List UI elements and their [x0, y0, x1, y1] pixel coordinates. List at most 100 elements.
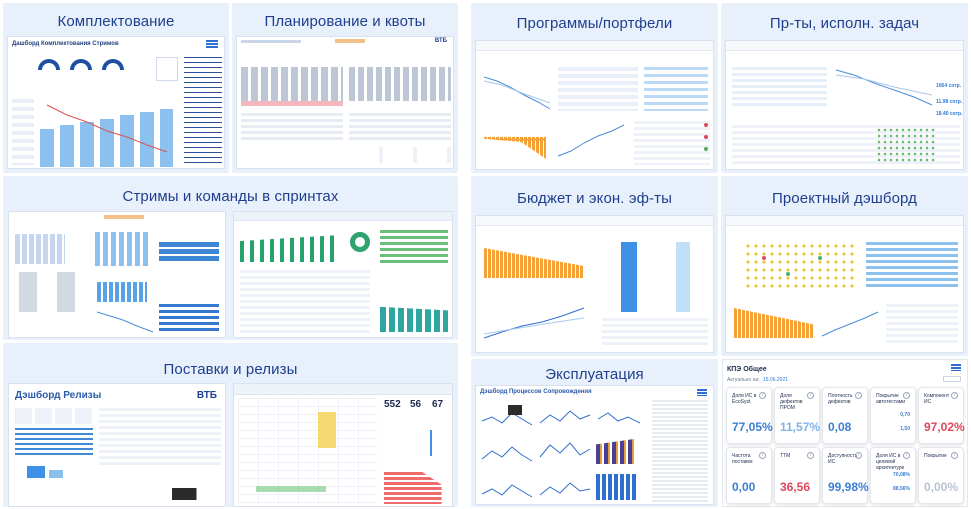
tile-title: Планирование и квоты: [264, 13, 426, 30]
line-chart: [483, 76, 551, 110]
tile-komplektovanie[interactable]: Комплектование Дашборд Комплектования Ст…: [3, 3, 229, 173]
tile-title: Эксплуатация: [545, 366, 644, 383]
kpi-card[interactable]: Плотность дефектов i 0,08: [822, 387, 868, 444]
kpi-mini-value: 70,08%: [893, 472, 910, 478]
date-value: 15.06.2021: [763, 377, 789, 383]
kpi-card[interactable]: TTM i 36,56: [774, 447, 820, 504]
orange-tag: [335, 39, 365, 43]
brand-stripes-icon: [206, 40, 218, 48]
yellow-block: [318, 412, 336, 448]
kpi-card[interactable]: Доля дефектов ПРОМ i 11,57%: [774, 387, 820, 444]
data-table: [652, 400, 708, 502]
dashboard-preview: [475, 40, 714, 170]
kpi-card[interactable]: Покрытие автотестами i 0,70 1,50: [870, 387, 916, 444]
brand-stripes-icon: [951, 364, 961, 371]
kpi-value: 77,05%: [732, 420, 773, 434]
gauge-icon: [70, 59, 92, 70]
blue-table: [159, 304, 219, 334]
tile-postavki[interactable]: Поставки и релизы Дэшборд Релизы ВТБ 552…: [3, 343, 458, 507]
info-icon[interactable]: i: [903, 452, 910, 459]
kpi-label: Доля ИС в EcoSyst: [732, 393, 757, 405]
toolbar: [476, 41, 713, 51]
header-bar: [241, 40, 301, 43]
blue-bar: [27, 466, 45, 478]
big-number: 56: [410, 399, 422, 410]
kpi-label: Частота поставок: [732, 453, 753, 465]
dashboard-title: Дэшборд Релизы: [15, 390, 102, 401]
info-icon[interactable]: i: [855, 452, 862, 459]
info-icon[interactable]: i: [759, 392, 766, 399]
tile-planirovanie[interactable]: Планирование и квоты ВТБ: [232, 3, 458, 173]
header-bar: [234, 212, 452, 221]
orange-tag: [104, 215, 144, 219]
tile-title: Комплектование: [57, 13, 175, 30]
dashboard-preview: [475, 215, 714, 353]
value-1: 1064 сотр.: [936, 83, 962, 89]
date-label: Актуально на:: [727, 377, 760, 383]
info-icon[interactable]: i: [807, 452, 814, 459]
info-icon[interactable]: i: [951, 452, 958, 459]
summary-row: [349, 147, 451, 163]
tile-title: Программы/портфели: [516, 15, 673, 32]
dashboard-title: Дэшборд Процессов Сопровождения: [480, 389, 592, 395]
orange-bar-chart: [484, 136, 546, 159]
kpi-value: 0,08: [828, 420, 852, 434]
tile-byudzhet[interactable]: Бюджет и экон. эф-ты: [471, 176, 718, 356]
blue-bars: [159, 242, 219, 262]
value-2: 11.98 сотр.: [936, 99, 963, 105]
tile-programmy[interactable]: Программы/портфели: [471, 3, 718, 173]
kpi-value: 11,57%: [780, 420, 821, 434]
info-icon[interactable]: i: [807, 392, 814, 399]
gauge-icon: [102, 59, 124, 70]
tile-ekspluataciya[interactable]: Эксплуатация Дэшборд Процессов Сопровожд…: [471, 359, 718, 507]
data-table: [602, 318, 708, 348]
kpi-mini-value: 0,70: [900, 412, 910, 418]
kpi-card[interactable]: Компонент ИС i 97,02%: [918, 387, 965, 444]
orange-bar-chart: [484, 248, 584, 278]
tile-title: Стримы и команды в спринтах: [122, 188, 339, 205]
kpi-label: TTM: [780, 453, 791, 459]
info-icon[interactable]: i: [951, 392, 958, 399]
kpi-card[interactable]: Доля ИС в целевой архитектуре i 70,08% 88,5…: [870, 447, 916, 504]
tile-kpe-obshee[interactable]: КПЭ Общее Актуально на: 15.06.2021 Доля …: [722, 359, 968, 507]
data-table: [886, 304, 958, 344]
green-dots: [876, 127, 936, 163]
kpe-title: КПЭ Общее: [727, 366, 767, 373]
grey-bar: [19, 272, 37, 312]
dashboard-preview-right: 552 56 67: [233, 383, 453, 507]
tile-proekty-ispoln[interactable]: Пр-ты, исполн. задач 1064 сотр. 11.98 со…: [721, 3, 968, 173]
stat-box: [156, 57, 178, 81]
header-bar: [234, 384, 452, 395]
pink-strip: [241, 101, 343, 106]
line-chart: [821, 311, 879, 337]
green-strip: [256, 486, 326, 492]
data-table: [241, 113, 343, 143]
status-matrix: [744, 242, 854, 290]
date-filter[interactable]: [943, 376, 961, 382]
line-chart: [96, 311, 154, 333]
kpi-card[interactable]: Покрытие i 0,00%: [918, 447, 964, 504]
blue-line: [430, 430, 432, 456]
data-table: [349, 113, 451, 143]
red-bars: [384, 472, 442, 504]
kpi-label: Доля дефектов ПРОМ: [780, 393, 803, 411]
kpi-label: Доступность ИС: [828, 453, 858, 465]
info-icon[interactable]: i: [759, 452, 766, 459]
stacked-bars: [596, 474, 636, 500]
dashboard-preview: Дэшборд Процессов Сопровождения: [475, 385, 714, 505]
info-icon[interactable]: i: [903, 392, 910, 399]
toolbar: [726, 216, 963, 226]
kpi-value: 97,02%: [924, 420, 965, 434]
kpi-card[interactable]: Частота поставок i 0,00: [726, 447, 772, 504]
kpi-value: 0,00%: [924, 480, 959, 494]
bar-table: [558, 67, 638, 111]
line-chart: [835, 69, 933, 106]
tile-strimy[interactable]: Стримы и команды в спринтах: [3, 176, 458, 340]
kpi-card[interactable]: Доступность ИС i 99,98%: [822, 447, 869, 504]
progress-list: [866, 242, 958, 290]
tile-proektnyi[interactable]: Проектный дэшборд: [721, 176, 968, 356]
grey-bar: [57, 272, 75, 312]
info-icon[interactable]: i: [855, 392, 862, 399]
big-number: 67: [432, 399, 444, 410]
kpi-card[interactable]: Доля ИС в EcoSyst i 77,05%: [726, 387, 773, 444]
